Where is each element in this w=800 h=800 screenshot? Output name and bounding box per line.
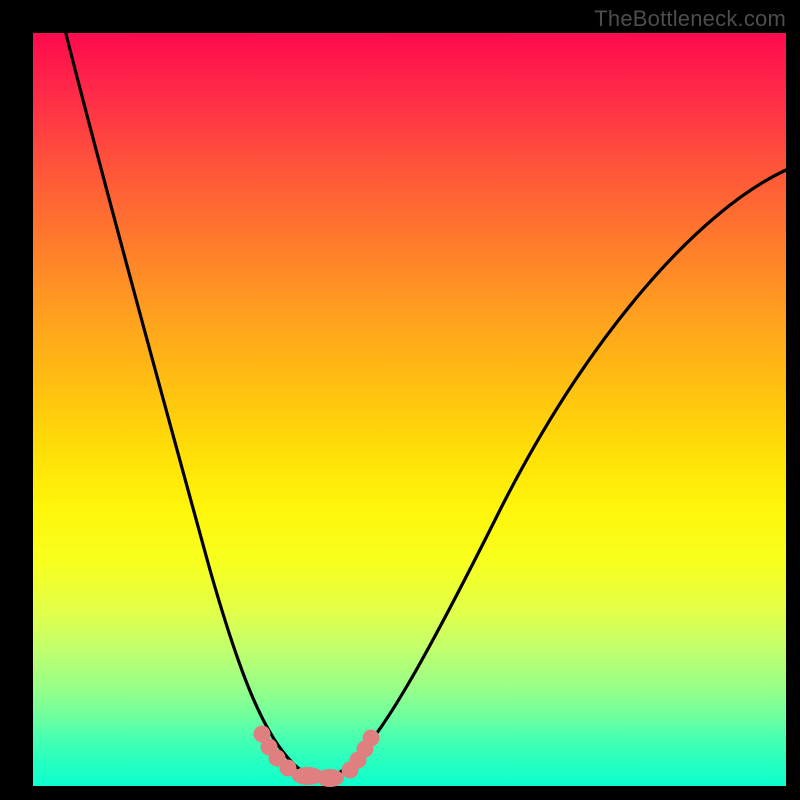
plot-gradient-background	[33, 33, 786, 786]
chart-frame: TheBottleneck.com	[0, 0, 800, 800]
watermark-text: TheBottleneck.com	[594, 6, 786, 32]
